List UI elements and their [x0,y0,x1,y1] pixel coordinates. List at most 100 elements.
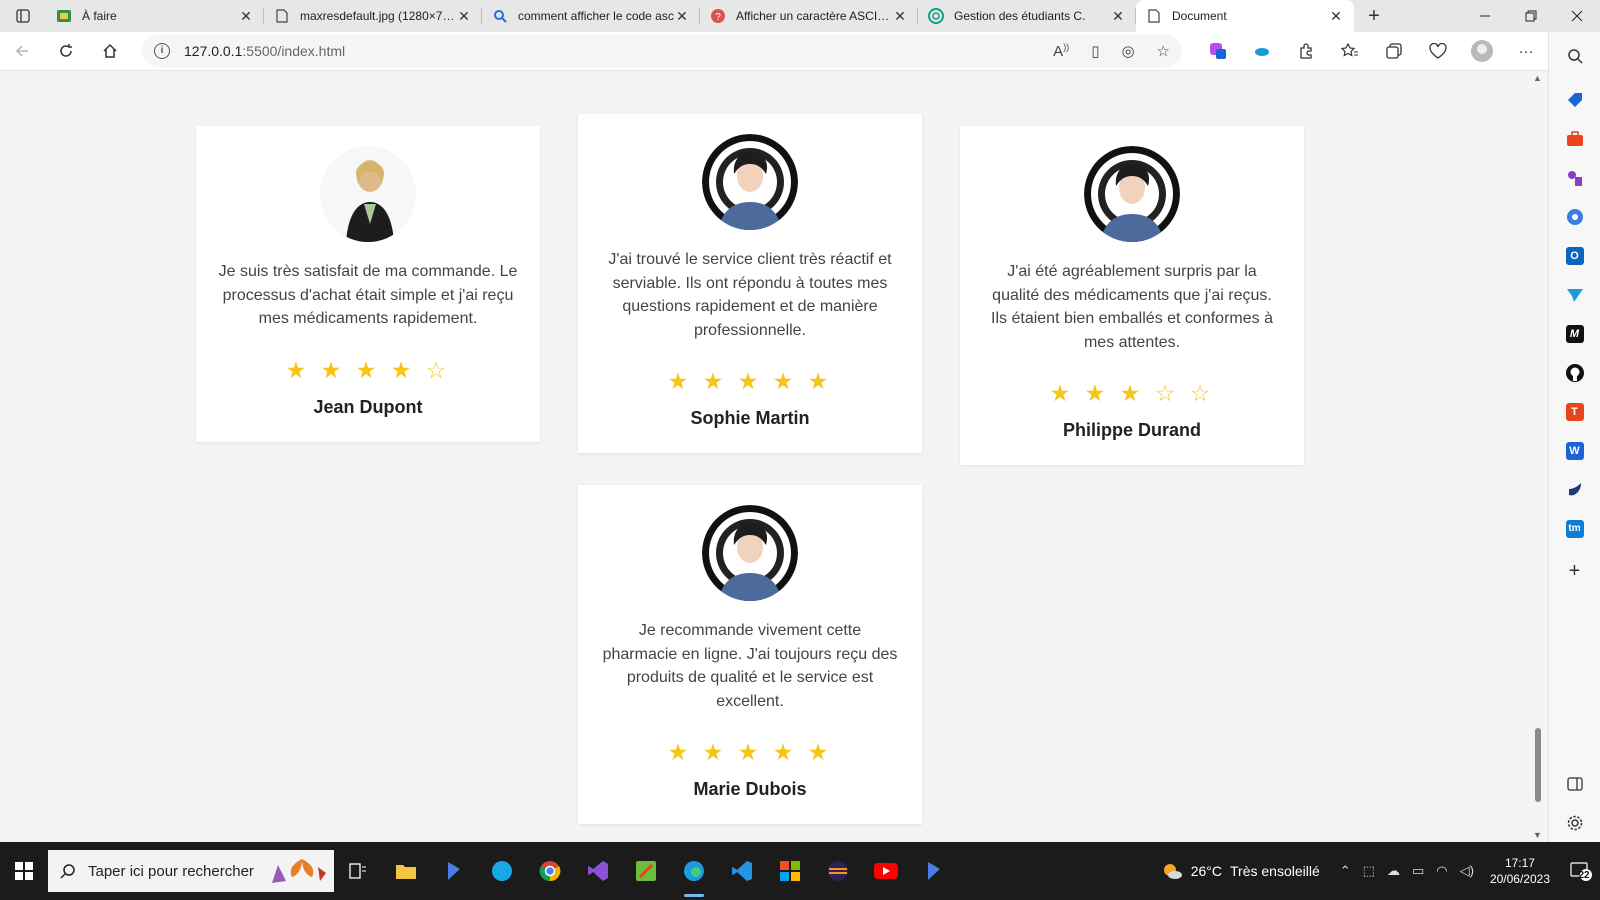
favorite-star-icon[interactable]: ☆ [1157,42,1170,60]
wifi-icon[interactable]: ◠ [1436,863,1447,879]
sidebar-m-app-button[interactable]: M [1549,314,1600,353]
chevron-up-icon[interactable]: ⌃ [1340,863,1351,879]
tab-close-icon[interactable]: ✕ [238,8,254,24]
start-button[interactable] [0,842,48,900]
address-path: :5500/index.html [242,43,346,59]
collections-icon[interactable] [1372,33,1416,69]
taskbar-file-explorer[interactable] [382,842,430,900]
taskbar-microsoft-store[interactable] [766,842,814,900]
home-button[interactable] [88,33,132,69]
onedrive-cloud-icon[interactable]: ☁ [1387,863,1400,879]
tab-close-icon[interactable]: ✕ [674,8,690,24]
taskbar-eclipse[interactable] [814,842,862,900]
search-icon [1567,49,1583,64]
woman-portrait-image [320,146,416,242]
taskbar-youtube[interactable] [862,842,910,900]
sidebar-t-app-button[interactable]: T [1549,392,1600,431]
testimonial-photo [702,505,798,601]
profile-button[interactable] [1460,33,1504,69]
tab-close-icon[interactable]: ✕ [892,8,908,24]
page-scrollbar[interactable]: ▲ ▼ [1530,71,1546,842]
tab-document[interactable]: Document ✕ [1136,0,1354,32]
taskbar-clock[interactable]: 17:17 20/06/2023 [1490,855,1550,887]
tab-gestion-etudiants[interactable]: Gestion des étudiants C. ✕ [918,0,1136,32]
tab-a-faire[interactable]: À faire ✕ [46,0,264,32]
weather-widget[interactable]: 26°C Très ensoleillé [1161,861,1320,881]
sidebar-w-app-button[interactable]: W [1549,431,1600,470]
rating-stars: ★ ★ ★ ☆ ☆ [1049,380,1215,406]
tab-close-icon[interactable]: ✕ [1328,8,1344,24]
taskbar-visual-studio[interactable] [574,842,622,900]
scroll-up-icon[interactable]: ▲ [1533,73,1542,83]
immersive-reader-icon[interactable]: ▯ [1091,42,1099,60]
performance-icon[interactable] [1416,33,1460,69]
sidebar-hide-button[interactable] [1549,764,1600,803]
page-icon [1146,8,1162,24]
taskbar-image-tool[interactable] [622,842,670,900]
taskbar-edge[interactable] [670,842,718,900]
windows-taskbar: Taper ici pour rechercher 26°C Très enso… [0,842,1600,900]
tab-search-ascii[interactable]: comment afficher le code asc ✕ [482,0,700,32]
close-window-button[interactable] [1554,0,1600,32]
testimonial-author: Marie Dubois [693,779,807,799]
tab-ascii-character[interactable]: ? Afficher un caractère ASCII en ✕ [700,0,918,32]
sidebar-github-button[interactable] [1549,353,1600,392]
tracking-prevention-icon[interactable]: ◎ [1121,42,1134,60]
new-tab-button[interactable]: + [1354,0,1394,32]
tab-maxresdefault[interactable]: maxresdefault.jpg (1280×720) ✕ [264,0,482,32]
rating-stars: ★ ★ ★ ★ ★ [667,368,833,394]
task-view-button[interactable] [334,842,382,900]
address-url[interactable]: 127.0.0.1:5500/index.html [184,43,1053,59]
notifications-button[interactable]: 22 [1560,842,1600,900]
copilot-extension-icon[interactable] [1196,33,1240,69]
sidebar-games-button[interactable] [1549,158,1600,197]
edge-sidebar: O M T W tm + [1548,32,1600,842]
chrome-icon [539,861,561,882]
speaker-icon[interactable]: ◁) [1460,863,1474,879]
minimize-button[interactable] [1462,0,1508,32]
read-aloud-icon[interactable]: A)) [1053,42,1069,60]
scroll-down-icon[interactable]: ▼ [1533,830,1542,840]
sidebar-tools-button[interactable] [1549,119,1600,158]
extensions-icon[interactable] [1284,33,1328,69]
paper-plane-icon [1566,288,1583,302]
sidebar-outlook-button[interactable]: O [1549,236,1600,275]
taskbar-copilot-2[interactable] [910,842,958,900]
cloud-extension-icon[interactable] [1240,33,1284,69]
back-button[interactable] [0,33,44,69]
tm-app-icon: tm [1565,519,1584,538]
battery-icon[interactable]: ▭ [1412,863,1424,879]
restore-button[interactable] [1508,0,1554,32]
taskbar-vscode[interactable] [718,842,766,900]
meet-now-icon[interactable]: ⬚ [1363,863,1375,879]
refresh-button[interactable] [44,33,88,69]
tab-actions-button[interactable] [0,0,46,32]
sidebar-send-button[interactable] [1549,275,1600,314]
testimonial-author: Philippe Durand [1062,420,1201,440]
taskbar-copilot[interactable] [430,842,478,900]
sidebar-tm-app-button[interactable]: tm [1549,509,1600,548]
cloud-app-icon [492,861,512,881]
favorites-icon[interactable] [1328,33,1372,69]
testimonial-card: Je recommande vivement cette pharmacie e… [578,485,922,824]
sidebar-office-button[interactable] [1549,197,1600,236]
more-dots-icon: ··· [1518,42,1534,60]
sidebar-add-button[interactable]: + [1549,548,1600,594]
taskbar-search-box[interactable]: Taper ici pour rechercher [48,850,334,892]
taskbar-cloud-app[interactable] [478,842,526,900]
scrollbar-thumb[interactable] [1535,728,1541,802]
testimonial-photo [702,134,798,230]
site-info-icon[interactable]: i [154,43,170,59]
taskbar-chrome[interactable] [526,842,574,900]
sidebar-bird-app-button[interactable] [1549,470,1600,509]
tab-close-icon[interactable]: ✕ [1110,8,1126,24]
sidebar-settings-button[interactable] [1549,803,1600,842]
tab-title: Gestion des étudiants C. [954,9,1086,23]
youtube-icon [874,863,898,879]
sidebar-search-button[interactable] [1549,32,1600,80]
settings-more-button[interactable]: ··· [1504,33,1548,69]
address-bar[interactable]: i 127.0.0.1:5500/index.html A)) ▯ ◎ ☆ [142,35,1182,67]
sidebar-shopping-button[interactable] [1549,80,1600,119]
tab-close-icon[interactable]: ✕ [456,8,472,24]
search-icon [60,864,75,879]
